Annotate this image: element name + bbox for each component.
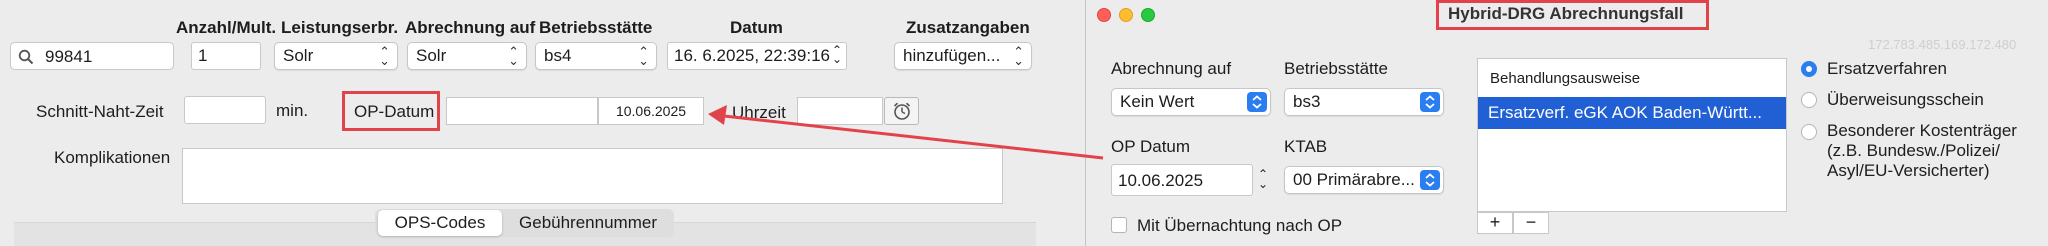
annotation-arrow	[708, 105, 1104, 160]
